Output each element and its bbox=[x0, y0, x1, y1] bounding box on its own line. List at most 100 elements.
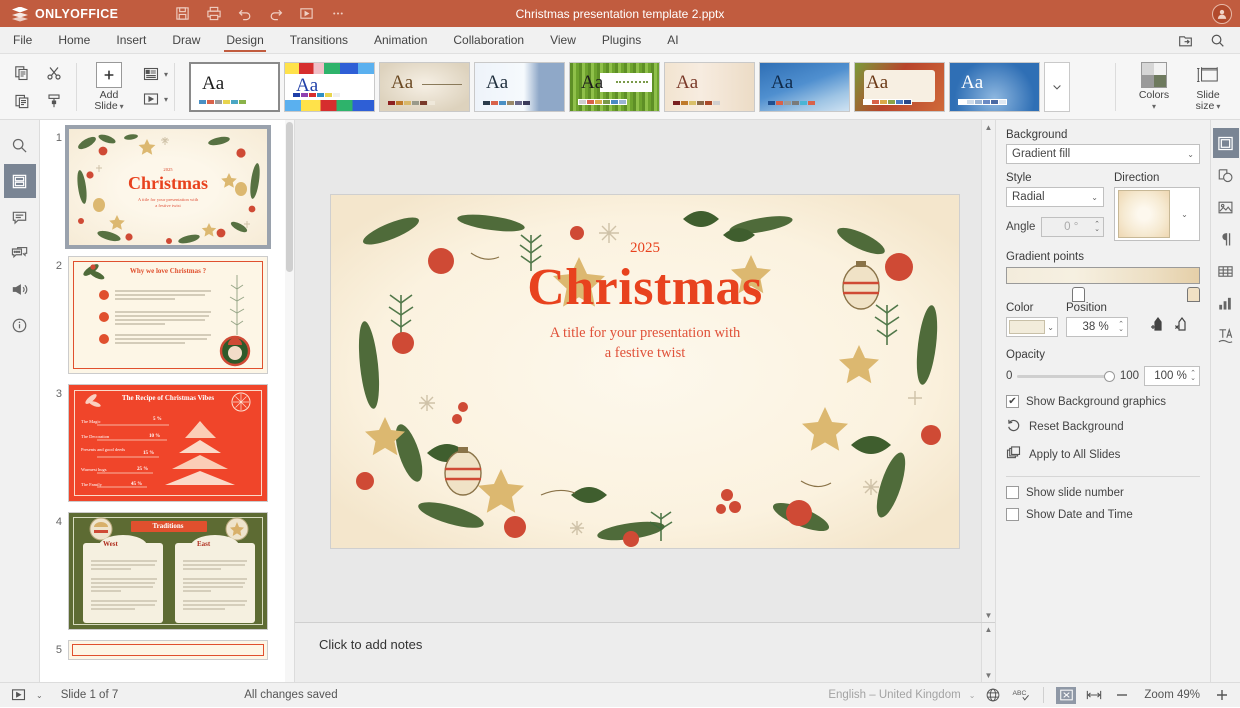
slides-panel-icon[interactable] bbox=[3, 164, 36, 198]
menu-item-ai[interactable]: AI bbox=[654, 27, 691, 54]
chevron-down-icon[interactable]: ⌄ bbox=[969, 691, 976, 700]
slide-layout-button[interactable]: ▾ bbox=[139, 63, 168, 85]
opacity-slider[interactable] bbox=[1017, 370, 1115, 382]
copy-style-icon[interactable] bbox=[42, 89, 66, 113]
slide-canvas[interactable]: 2025 Christmas A title for your presenta… bbox=[295, 120, 995, 622]
paste-icon[interactable] bbox=[10, 89, 34, 113]
theme-thumbnail-blue-dots[interactable]: Aa bbox=[949, 61, 1041, 112]
theme-thumbnail-beige[interactable]: Aa bbox=[664, 61, 756, 112]
spell-checking-icon[interactable]: ABC bbox=[1011, 686, 1031, 704]
show-slide-number-checkbox[interactable]: Show slide number bbox=[1006, 486, 1200, 499]
add-slide-button[interactable]: Add Slide ▾ bbox=[83, 61, 135, 112]
gradient-style-select[interactable]: Radial ⌄ bbox=[1006, 187, 1104, 207]
add-gradient-point-icon[interactable] bbox=[1150, 316, 1164, 335]
search-panel-icon[interactable] bbox=[4, 128, 36, 162]
copy-icon[interactable] bbox=[10, 61, 34, 85]
menu-item-design[interactable]: Design bbox=[213, 27, 276, 54]
gradient-direction-select[interactable]: ⌄ bbox=[1114, 187, 1200, 241]
stepper-arrows-icon[interactable]: ⌃ ⌄ bbox=[1190, 370, 1196, 382]
text-art-settings-icon[interactable] bbox=[1213, 320, 1239, 350]
print-icon[interactable] bbox=[199, 1, 228, 26]
slide-thumbnail-5[interactable] bbox=[68, 640, 268, 660]
menu-item-plugins[interactable]: Plugins bbox=[589, 27, 654, 54]
notes-pane[interactable]: Click to add notes ▲ ▼ bbox=[295, 622, 995, 682]
fit-width-icon[interactable] bbox=[1084, 686, 1104, 704]
theme-thumbnail-parchment[interactable]: Aa bbox=[379, 61, 471, 112]
opacity-input[interactable]: 100 % ⌃ ⌄ bbox=[1144, 366, 1200, 386]
menu-item-draw[interactable]: Draw bbox=[159, 27, 213, 54]
slide-thumbnail-1[interactable]: 2025 Christmas A title for your presenta… bbox=[65, 125, 271, 249]
cut-icon[interactable] bbox=[42, 61, 66, 85]
slide-settings-icon[interactable] bbox=[1212, 128, 1239, 158]
language-label[interactable]: English – United Kingdom bbox=[828, 689, 960, 701]
slide-transition-button[interactable]: ▾ bbox=[139, 88, 168, 110]
scroll-up-icon[interactable]: ▲ bbox=[985, 625, 993, 634]
thumbnails-scrollbar[interactable] bbox=[285, 120, 294, 682]
undo-icon[interactable] bbox=[230, 1, 259, 26]
menu-item-home[interactable]: Home bbox=[45, 27, 103, 54]
table-settings-icon[interactable] bbox=[1213, 256, 1239, 286]
stepper-arrows-icon[interactable]: ⌃ ⌄ bbox=[1094, 221, 1100, 233]
chat-panel-icon[interactable] bbox=[4, 236, 36, 270]
apply-to-all-slides-button[interactable]: Apply to All Slides bbox=[1006, 446, 1200, 464]
set-language-icon[interactable] bbox=[983, 686, 1003, 704]
save-icon[interactable] bbox=[168, 1, 197, 26]
gradient-angle-input[interactable]: 0 ° ⌃ ⌄ bbox=[1041, 217, 1104, 237]
start-slideshow-icon[interactable] bbox=[8, 686, 28, 704]
more-icon[interactable] bbox=[323, 1, 352, 26]
open-file-location-icon[interactable] bbox=[1174, 29, 1196, 51]
theme-thumbnail-berry[interactable]: Aa bbox=[854, 61, 946, 112]
chevron-down-icon[interactable]: ⌄ bbox=[36, 691, 43, 700]
theme-thumbnail-blue-wave[interactable]: Aa bbox=[759, 61, 851, 112]
menu-item-view[interactable]: View bbox=[537, 27, 589, 54]
canvas-vertical-scrollbar[interactable]: ▲ ▼ bbox=[981, 120, 995, 622]
background-fill-select[interactable]: Gradient fill ⌄ bbox=[1006, 144, 1200, 164]
gradient-stop-2[interactable] bbox=[1187, 287, 1200, 302]
slide-thumbnails-panel[interactable]: 1 2025 Christmas A title for your presen… bbox=[40, 120, 295, 682]
theme-thumbnail-colorful[interactable]: Aa bbox=[284, 61, 376, 112]
redo-icon[interactable] bbox=[261, 1, 290, 26]
current-slide[interactable]: 2025 Christmas A title for your presenta… bbox=[331, 194, 959, 548]
theme-thumbnail-green[interactable]: Aa bbox=[569, 61, 661, 112]
gradient-position-input[interactable]: 38 % ⌃ ⌄ bbox=[1066, 317, 1128, 337]
search-icon[interactable] bbox=[1206, 29, 1228, 51]
zoom-out-icon[interactable] bbox=[1112, 686, 1132, 704]
menu-item-file[interactable]: File bbox=[0, 27, 45, 54]
menu-item-insert[interactable]: Insert bbox=[103, 27, 159, 54]
scroll-up-icon[interactable]: ▲ bbox=[982, 120, 995, 134]
gradient-stop-1[interactable] bbox=[1072, 287, 1085, 302]
theme-thumbnail-blank[interactable]: Aa bbox=[189, 61, 281, 112]
show-background-graphics-checkbox[interactable]: ✔ Show Background graphics bbox=[1006, 395, 1200, 408]
comments-panel-icon[interactable] bbox=[4, 200, 36, 234]
show-date-time-checkbox[interactable]: Show Date and Time bbox=[1006, 508, 1200, 521]
chart-settings-icon[interactable] bbox=[1213, 288, 1239, 318]
fit-slide-icon[interactable] bbox=[1056, 686, 1077, 704]
menu-item-animation[interactable]: Animation bbox=[361, 27, 440, 54]
slider-knob[interactable] bbox=[1103, 370, 1115, 382]
shape-settings-icon[interactable] bbox=[1213, 160, 1239, 190]
menu-item-transitions[interactable]: Transitions bbox=[277, 27, 361, 54]
theme-thumbnail-clouds[interactable]: Aa bbox=[474, 61, 566, 112]
gradient-color-select[interactable]: ⌄ bbox=[1006, 317, 1058, 337]
colors-button[interactable]: Colors ▾ bbox=[1128, 61, 1180, 112]
slide-size-button[interactable]: Slide size ▾ bbox=[1182, 62, 1234, 112]
notes-scrollbar[interactable]: ▲ ▼ bbox=[981, 623, 995, 682]
stepper-arrows-icon[interactable]: ⌃ ⌄ bbox=[1118, 321, 1124, 333]
scroll-down-icon[interactable]: ▼ bbox=[985, 671, 993, 680]
theme-gallery-expand[interactable] bbox=[1044, 61, 1071, 112]
menu-item-collaboration[interactable]: Collaboration bbox=[440, 27, 537, 54]
feedback-panel-icon[interactable] bbox=[4, 272, 36, 306]
zoom-in-icon[interactable] bbox=[1212, 686, 1232, 704]
gradient-points-bar[interactable] bbox=[1006, 267, 1200, 284]
image-settings-icon[interactable] bbox=[1213, 192, 1239, 222]
scroll-down-icon[interactable]: ▼ bbox=[982, 608, 995, 622]
slide-thumbnail-2[interactable]: Why we love Christmas ? bbox=[68, 256, 268, 374]
paragraph-settings-icon[interactable] bbox=[1213, 224, 1239, 254]
slide-thumbnail-4[interactable]: Traditions West East bbox=[68, 512, 268, 630]
start-slideshow-icon[interactable] bbox=[292, 1, 321, 26]
remove-gradient-point-icon[interactable] bbox=[1174, 316, 1188, 335]
reset-background-button[interactable]: Reset Background bbox=[1006, 418, 1200, 436]
slide-thumbnail-3[interactable]: The Recipe of Christmas Vibes The Magic … bbox=[68, 384, 268, 502]
about-panel-icon[interactable] bbox=[4, 308, 36, 342]
avatar[interactable] bbox=[1212, 3, 1232, 24]
